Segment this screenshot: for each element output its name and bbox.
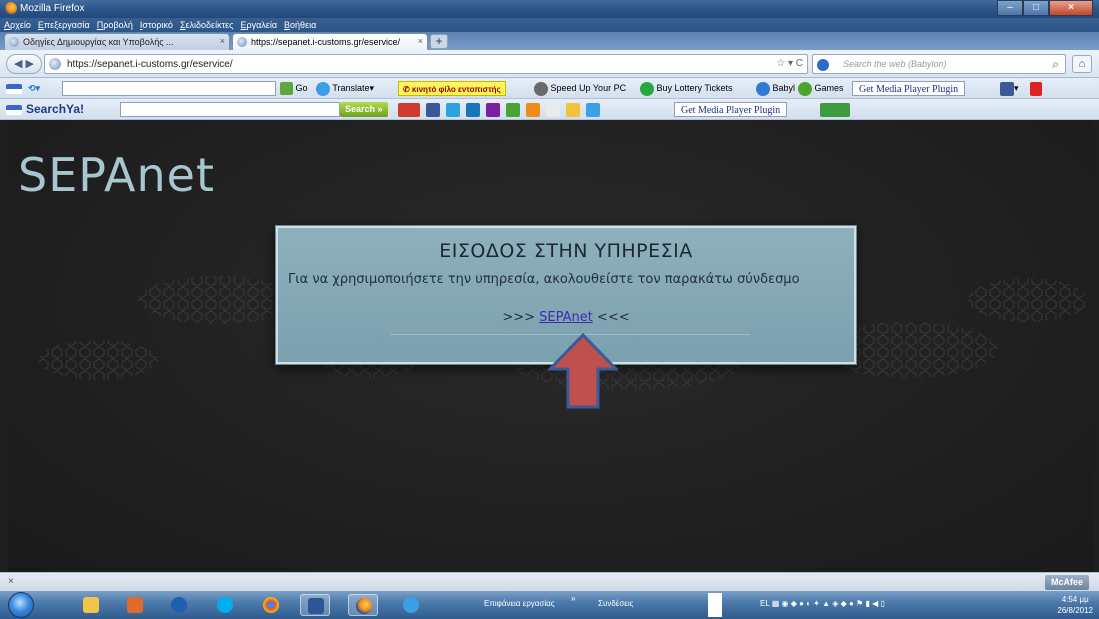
site-identity-icon[interactable] [49,58,61,70]
skype-taskbar-icon[interactable] [210,594,240,616]
weather-icon[interactable] [526,102,540,117]
mcafee-button[interactable]: McAfee [1044,575,1089,590]
tab-close-icon[interactable]: × [418,36,423,46]
tab-label: https://sepanet.i-customs.gr/eservice/ [251,37,401,47]
yahoo-icon[interactable] [486,102,500,117]
go-button[interactable]: Go [280,81,308,96]
menu-view[interactable]: Προβολή [97,18,133,32]
folder-icon[interactable] [586,102,600,117]
facebook-icon[interactable] [426,102,440,117]
link-suffix: <<< [592,310,630,325]
clock-time: 4:54 μμ [1061,595,1089,604]
sepanet-logo: SEPAnet [18,148,216,202]
addon-toolbar-1: ⟲▾ Go Translate▾ ✆ κινητό φίλο εντοπιστή… [0,78,1099,99]
menu-tools[interactable]: Εργαλεία [240,18,277,32]
menu-edit[interactable]: Επεξεργασία [38,18,90,32]
page-favicon-icon [237,37,247,47]
searchya-input[interactable] [120,102,340,117]
link-prefix: >>> [502,310,540,325]
babylon-button[interactable]: Babyl [756,81,795,96]
firefox-icon [4,2,17,15]
new-tab-button[interactable]: + [430,34,448,49]
menu-file[interactable]: Αρχείο [4,18,31,32]
navigation-bar: ◀ ▶ https://sepanet.i-customs.gr/eservic… [0,50,1099,78]
green-badge-icon[interactable] [820,102,850,117]
maximize-button[interactable]: □ [1023,0,1049,16]
addon-toolbar-2: SearchYa! Search » Get Media Player Plug… [0,99,1099,120]
searchya-search-button[interactable]: Search » [340,102,388,117]
window-title: Mozilla Firefox [20,3,85,14]
firefox-taskbar-icon[interactable] [348,594,378,616]
close-findbar-icon[interactable]: × [8,576,14,587]
media-player-plugin-button[interactable]: Get Media Player Plugin [852,81,966,96]
back-forward-buttons[interactable]: ◀ ▶ [6,54,42,74]
windows-taskbar: Επιφάνεια εργασίας » Συνδέσεις EL ▦ ◉ ◆ … [0,591,1099,619]
tab-sepanet[interactable]: https://sepanet.i-customs.gr/eservice/ × [232,33,428,50]
babylon-search-icon[interactable] [817,59,829,71]
people-icon[interactable] [566,102,580,117]
flag-icon[interactable] [6,81,22,96]
dialog-title: ΕΙΣΟΔΟΣ ΣΤΗΝ ΥΠΗΡΕΣΙΑ [439,240,693,262]
window-titlebar: Mozilla Firefox – □ × [0,0,1099,18]
chat-icon[interactable] [398,102,420,117]
media-taskbar-icon[interactable] [120,594,150,616]
menu-help[interactable]: Βοήθεια [284,18,316,32]
menu-bar: Αρχείο Επεξεργασία Προβολή Ιστορικό Σελι… [0,18,1099,32]
close-window-button[interactable]: × [1049,0,1093,16]
taskbar-clock[interactable]: 4:54 μμ 26/8/2012 [1057,594,1093,616]
chrome-taskbar-icon[interactable] [256,594,286,616]
clock-date: 26/8/2012 [1057,606,1093,615]
page-content: SEPAnet ΕΙΣΟΔΟΣ ΣΤΗΝ ΥΠΗΡΕΣΙΑ Για να χρη… [8,120,1094,572]
flag-icon[interactable] [6,102,22,117]
search-placeholder: Search the web (Babylon) [843,59,947,69]
searchya-logo[interactable]: SearchYa! [26,102,84,117]
system-tray-icons[interactable]: EL ▦ ◉ ◆ ● ◐ ✦ ▲ ◈ ◆ ● ⚑ ▮ ◀ ▯ [760,599,885,608]
youtube-icon[interactable] [1030,81,1042,96]
search-input[interactable]: Search the web (Babylon) ⌕ [812,54,1066,74]
search-icon[interactable]: ⌕ [1052,57,1059,72]
tab-strip: Οδηγίες Δημιουργίας και Υποβολής ... × h… [0,32,1099,50]
menu-history[interactable]: Ιστορικό [140,18,173,32]
toolbar-logo-icon[interactable]: ⟲▾ [28,81,40,96]
lottery-button[interactable]: Buy Lottery Tickets [640,81,733,96]
hp-taskbar-icon[interactable] [164,594,194,616]
h-icon[interactable] [506,102,520,117]
red-up-arrow-annotation [548,333,618,409]
status-bar: × McAfee [0,572,1099,591]
kinito-button[interactable]: ✆ κινητό φίλο εντοπιστής [398,81,506,96]
page-favicon-icon [9,37,19,47]
url-text: https://sepanet.i-customs.gr/eservice/ [67,59,233,70]
toolbar-chevron[interactable]: » [571,594,575,603]
tab-close-icon[interactable]: × [220,36,225,46]
speed-up-button[interactable]: Speed Up Your PC [534,81,626,96]
explorer-taskbar-icon[interactable] [76,594,106,616]
ebay-icon[interactable] [546,102,560,117]
twitter-icon[interactable] [446,102,460,117]
address-bar[interactable]: https://sepanet.i-customs.gr/eservice/ ☆… [44,54,808,74]
sepanet-link[interactable]: SEPAnet [539,310,593,325]
dialog-text: Για να χρησιμοποιήσετε την υπηρεσία, ακο… [288,272,800,287]
minimize-button[interactable]: – [997,0,1023,16]
menu-bookmarks[interactable]: Σελιδοδείκτες [180,18,234,32]
link-line: >>> SEPAnet <<< [278,310,854,325]
tray-separator [708,593,722,617]
games-button[interactable]: Games [798,81,844,96]
media-player-plugin-button[interactable]: Get Media Player Plugin [674,102,788,117]
tab-label: Οδηγίες Δημιουργίας και Υποβολής ... [23,37,174,47]
desktop-toolbar-label[interactable]: Επιφάνεια εργασίας [484,599,555,608]
connections-toolbar-label[interactable]: Συνδέσεις [598,599,633,608]
url-controls[interactable]: ☆ ▾ C [776,58,803,69]
facebook-icon[interactable]: ▾ [1000,81,1019,96]
home-button[interactable]: ⌂ [1072,55,1092,73]
word-taskbar-icon[interactable] [300,594,330,616]
tab-instructions[interactable]: Οδηγίες Δημιουργίας και Υποβολής ... × [4,33,230,50]
translate-button[interactable]: Translate▾ [316,81,374,96]
linkedin-icon[interactable] [466,102,480,117]
ie-taskbar-icon[interactable] [396,594,426,616]
toolbar-search-field[interactable] [62,81,276,96]
start-button[interactable] [8,592,34,618]
